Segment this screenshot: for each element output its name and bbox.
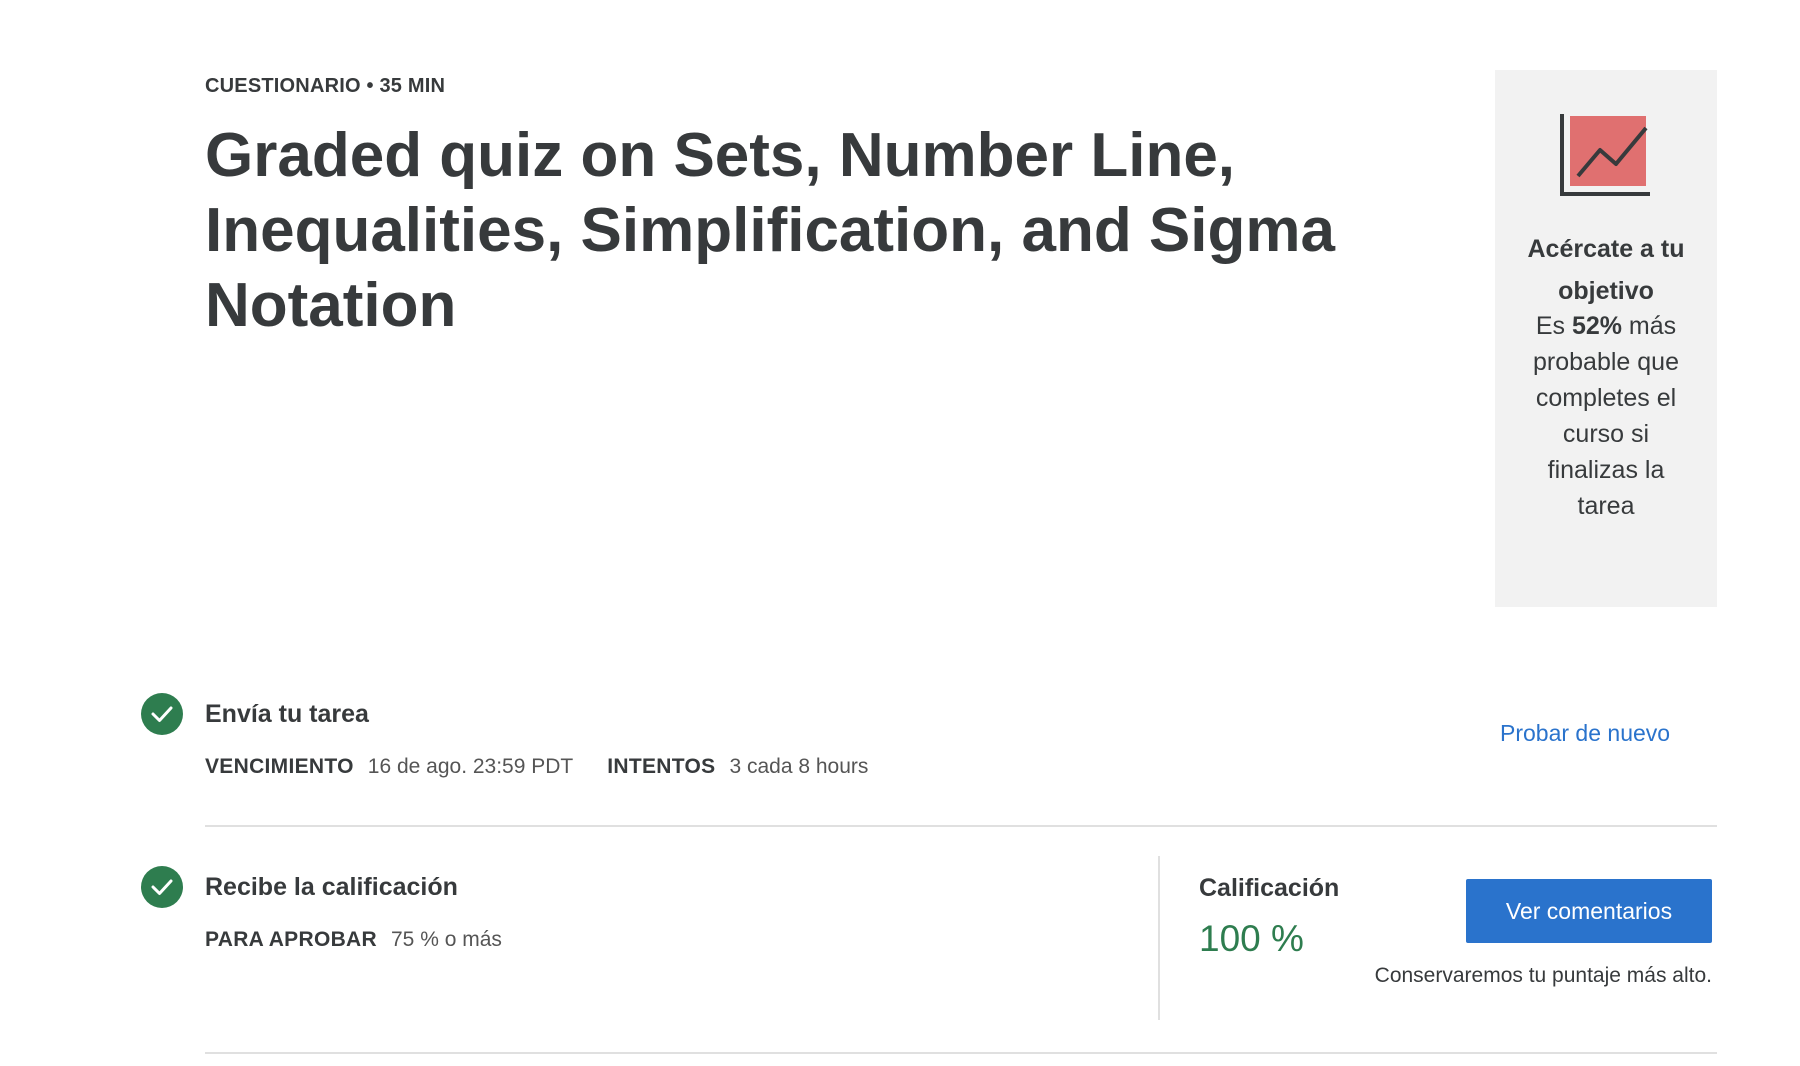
submit-step-meta: VENCIMIENTO 16 de ago. 23:59 PDT INTENTOS 3… (205, 755, 902, 779)
grade-step-meta: PARA APROBAR 75 % o más (205, 928, 536, 952)
page-title: Graded quiz on Sets, Number Line, Inequa… (205, 121, 1335, 340)
view-feedback-button[interactable]: Ver comentarios (1466, 879, 1712, 943)
grade-label: Calificación (1199, 874, 1340, 902)
highest-score-note: Conservaremos tu puntaje más alto. (1374, 964, 1712, 987)
divider (205, 825, 1717, 827)
goal-heading: Acércate a tu objetivo (1527, 235, 1685, 305)
goal-body-prefix: Es (1535, 312, 1572, 340)
pass-value: 75 % o más (391, 928, 502, 951)
check-circle-icon (141, 693, 183, 735)
retry-link[interactable]: Probar de nuevo (1500, 720, 1670, 747)
check-circle-icon (141, 866, 183, 908)
goal-body: Es 52% más probable que completes el cur… (1519, 308, 1693, 524)
vertical-divider (1158, 856, 1160, 1020)
due-label: VENCIMIENTO (205, 755, 354, 778)
attempts-value: 3 cada 8 hours (729, 755, 869, 778)
trend-chart-icon (1560, 114, 1650, 196)
due-value: 16 de ago. 23:59 PDT (367, 755, 574, 778)
item-type-duration: CUESTIONARIO • 35 MIN (205, 75, 446, 97)
goal-body-suffix: más probable que completes el curso si f… (1533, 312, 1679, 520)
quiz-page: CUESTIONARIO • 35 MIN Graded quiz on Set… (0, 0, 1800, 1066)
attempts-label: INTENTOS (607, 755, 716, 778)
goal-body-highlight: 52% (1571, 312, 1622, 340)
grade-step-title: Recibe la calificación (205, 873, 458, 901)
goal-card: Acércate a tu objetivo Es 52% más probab… (1495, 70, 1717, 607)
grade-value: 100 % (1199, 918, 1304, 959)
pass-label: PARA APROBAR (205, 928, 377, 951)
submit-step-title: Envía tu tarea (205, 700, 369, 728)
divider (205, 1052, 1717, 1054)
